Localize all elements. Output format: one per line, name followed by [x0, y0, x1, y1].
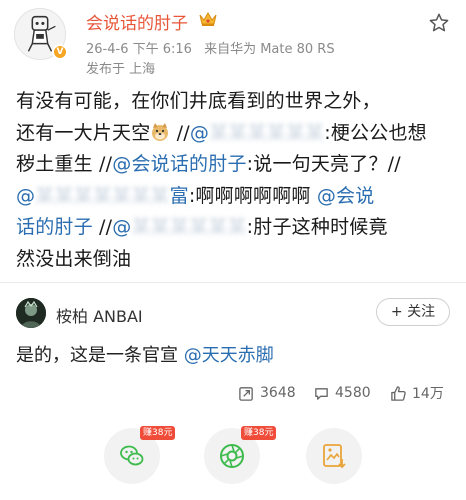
post-date: 26-4-6 下午 6:16 [86, 42, 192, 57]
mention-link[interactable]: @ [190, 122, 209, 144]
body-text: :梗公公也想 [324, 121, 427, 144]
follow-button[interactable]: + 关注 [376, 298, 450, 326]
like-button[interactable]: 14万 [390, 382, 444, 404]
blurred-username: 某某某某某某某 [35, 184, 170, 207]
post-body: 有没有可能，在你们井底看到的世界之外， 还有一大片天空 //@某某某某某某:梗公… [16, 86, 452, 275]
body-line: 有没有可能，在你们井底看到的世界之外， [16, 86, 452, 118]
crown-icon [199, 11, 217, 26]
save-image-icon [323, 444, 346, 469]
repost-count: 3648 [260, 385, 296, 401]
body-line: 话的肘子 //@某某某某某某:肘子这种时候竟 [16, 212, 452, 244]
doge-emoji-icon [152, 122, 169, 141]
earn-badge: 赚38元 [140, 426, 176, 440]
repost-icon [239, 386, 253, 401]
divider [0, 282, 466, 283]
blurred-username: 某某某某某某 [209, 121, 325, 144]
mention-link[interactable]: @ [16, 185, 35, 207]
mention-link[interactable]: @天天赤脚 [184, 345, 274, 366]
body-line: @某某某某某某某富:啊啊啊啊啊啊 @会说 [16, 181, 452, 213]
share-image-button[interactable] [306, 428, 362, 484]
body-text: :肘子这种时候竟 [246, 216, 388, 238]
mention-link[interactable]: @ [112, 216, 131, 238]
comment-body: 是的，这是一条官宣 [16, 345, 184, 366]
mention-link[interactable]: @会说 [317, 185, 375, 207]
moments-icon [220, 444, 244, 468]
body-text: // [92, 216, 113, 238]
body-text: 有没有可能，在你们井底看到的世界之外， [16, 90, 381, 112]
author-name[interactable]: 会说话的肘子 [86, 9, 188, 34]
body-line: 还有一大片天空 //@某某某某某某:梗公公也想 [16, 118, 452, 150]
comment-count: 4580 [335, 385, 371, 401]
repost-button[interactable]: 3648 [238, 382, 296, 404]
post-header: V 会说话的肘子 26-4-6 下午 6:16 来自华为 Mate 80 RS … [0, 0, 466, 80]
comment-icon [315, 387, 328, 400]
mention-link[interactable]: @会说话的肘子 [112, 153, 246, 175]
commenter-name[interactable]: 桉柏 ANBAI [56, 303, 143, 327]
wechat-icon [120, 445, 144, 466]
post-source: 来自华为 Mate 80 RS [204, 42, 335, 57]
mention-link[interactable]: 富 [170, 185, 189, 207]
commenter-avatar[interactable] [16, 298, 46, 328]
body-text: 还有一大片天空 [16, 121, 151, 144]
body-text: // [170, 121, 190, 144]
comment-button[interactable]: 4580 [313, 382, 371, 404]
earn-badge: 赚38元 [241, 426, 277, 440]
body-line: 然没出来倒油 [16, 244, 452, 276]
mention-link[interactable]: 话的肘子 [16, 216, 93, 238]
verified-badge-icon: V [52, 44, 68, 60]
body-line: 秽土重生 //@会说话的肘子:说一句天亮了？// [16, 149, 452, 181]
body-text: 然没出来倒油 [16, 247, 132, 270]
body-text: :说一句天亮了？// [246, 153, 401, 175]
favorite-star-icon[interactable] [428, 12, 450, 34]
body-text: 秽土重生 // [16, 153, 113, 175]
blurred-username: 某某某某某某 [131, 216, 247, 238]
body-text: :啊啊啊啊啊啊 [188, 184, 317, 207]
post-location: 发布于 上海 [86, 62, 156, 77]
thumbs-up-icon [391, 385, 406, 401]
comment-text: 是的，这是一条官宣 @天天赤脚 [16, 341, 274, 367]
like-count: 14万 [412, 386, 444, 402]
post-meta: 26-4-6 下午 6:16 来自华为 Mate 80 RS [86, 38, 343, 57]
commenter-avatar-icon [16, 298, 46, 328]
